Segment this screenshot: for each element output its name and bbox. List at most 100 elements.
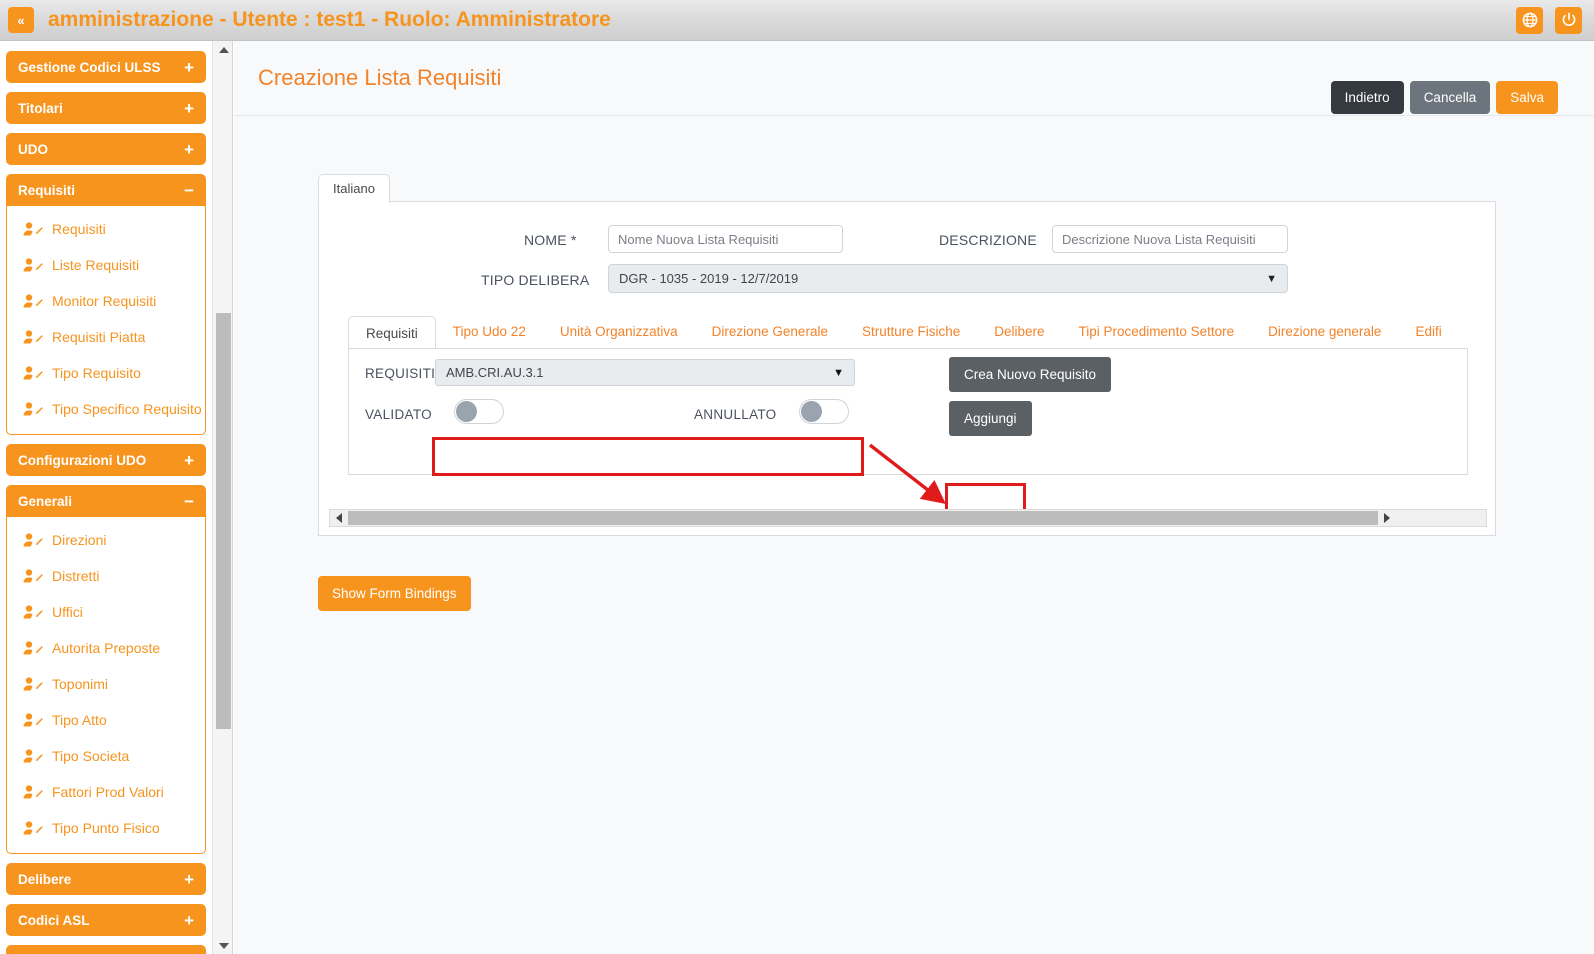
- tab-delibere[interactable]: Delibere: [977, 315, 1061, 348]
- main-content: Creazione Lista Requisiti Indietro Cance…: [234, 41, 1594, 954]
- app-title: amministrazione - Utente : test1 - Ruolo…: [48, 8, 611, 31]
- tab-requisiti[interactable]: Requisiti: [348, 316, 436, 348]
- sidebar-group: UDO +: [6, 133, 206, 165]
- sidebar-item-direzioni[interactable]: Direzioni: [7, 522, 205, 558]
- sidebar-item-requisiti[interactable]: Requisiti: [7, 211, 205, 247]
- minus-icon: −: [184, 180, 194, 200]
- user-edit-icon: [23, 748, 43, 762]
- sidebar-group: Generali − Direzioni Distretti Uffici Autorit…: [6, 485, 206, 854]
- user-edit-icon: [23, 293, 43, 307]
- sidebar-item-tipo-societa[interactable]: Tipo Societa: [7, 738, 205, 774]
- nome-label: NOME *: [524, 232, 577, 248]
- sidebar-group-body: Requisiti Liste Requisiti Monitor Requisit…: [6, 206, 206, 435]
- inner-tab-bar: Requisiti Tipo Udo 22 Unità Organizzativa D…: [348, 315, 1468, 349]
- sidebar-item-label: Autorita Preposte: [52, 640, 161, 656]
- scroll-right-arrow-icon[interactable]: [1378, 510, 1396, 526]
- globe-icon: [1522, 12, 1538, 28]
- sidebar-item-tipo-specifico-requisito[interactable]: Tipo Specifico Requisito: [7, 391, 205, 427]
- sidebar-group-header-generali[interactable]: Generali −: [6, 485, 206, 517]
- sidebar-group-label: Gestione Codici ULSS: [18, 59, 161, 75]
- sidebar-item-tipo-punto-fisico[interactable]: Tipo Punto Fisico: [7, 810, 205, 846]
- crea-nuovo-requisito-button[interactable]: Crea Nuovo Requisito: [949, 357, 1112, 392]
- tipo-delibera-select[interactable]: DGR - 1035 - 2019 - 12/7/2019 ▼: [608, 264, 1288, 293]
- validato-toggle[interactable]: [454, 399, 504, 424]
- aggiungi-button[interactable]: Aggiungi: [949, 401, 1032, 436]
- user-edit-icon: [23, 221, 43, 235]
- back-button[interactable]: Indietro: [1330, 81, 1404, 114]
- sidebar-item-tipo-atto[interactable]: Tipo Atto: [7, 702, 205, 738]
- topbar-actions: [1516, 6, 1582, 34]
- sidebar-group-header-delibere[interactable]: Delibere +: [6, 863, 206, 895]
- sidebar-item-requisiti-piatta[interactable]: Requisiti Piatta: [7, 319, 205, 355]
- sidebar-item-label: Direzioni: [52, 532, 107, 548]
- sidebar-item-label: Liste Requisiti: [52, 257, 140, 273]
- sidebar-item-label: Toponimi: [52, 676, 109, 692]
- sidebar-item-label: Fattori Prod Valori: [52, 784, 164, 800]
- tab-direzione-generale[interactable]: Direzione Generale: [695, 315, 845, 348]
- plus-icon: +: [184, 57, 194, 77]
- tipo-delibera-label: TIPO DELIBERA: [481, 272, 590, 288]
- nome-input[interactable]: [608, 225, 843, 253]
- horizontal-scroll-thumb[interactable]: [348, 511, 1378, 525]
- user-edit-icon: [23, 401, 43, 415]
- plus-icon: +: [184, 869, 194, 889]
- sidebar-group-label: Requisiti: [18, 182, 76, 198]
- sidebar-group: Codici ASL +: [6, 904, 206, 936]
- minus-icon: −: [184, 491, 194, 511]
- inner-tab-panel: Requisiti Tipo Udo 22 Unità Organizzativa D…: [348, 315, 1468, 475]
- sidebar-group-header-requisiti[interactable]: Requisiti −: [6, 174, 206, 206]
- sidebar-group-header-titolari[interactable]: Titolari +: [6, 92, 206, 124]
- tab-tipo-udo-22[interactable]: Tipo Udo 22: [436, 315, 543, 348]
- form-horizontal-scrollbar[interactable]: [329, 509, 1487, 527]
- user-edit-icon: [23, 676, 43, 690]
- sidebar-item-label: Distretti: [52, 568, 100, 584]
- sidebar-group-header-codici-asl[interactable]: Codici ASL +: [6, 904, 206, 936]
- tab-direzione-generale[interactable]: Direzione generale: [1251, 315, 1398, 348]
- sidebar-group: Requisiti − Requisiti Liste Requisiti Monito…: [6, 174, 206, 435]
- sidebar-group-header-configurazioni-udo[interactable]: Configurazioni UDO +: [6, 444, 206, 476]
- top-app-bar: « amministrazione - Utente : test1 - Ruo…: [0, 0, 1594, 41]
- scroll-left-arrow-icon[interactable]: [330, 510, 348, 526]
- language-button[interactable]: [1516, 6, 1543, 34]
- sidebar-item-monitor-requisiti[interactable]: Monitor Requisiti: [7, 283, 205, 319]
- sidebar-item-toponimi[interactable]: Toponimi: [7, 666, 205, 702]
- sidebar-group-header-gestione-codici-ulss[interactable]: Gestione Codici ULSS +: [6, 51, 206, 83]
- show-form-bindings-button[interactable]: Show Form Bindings: [318, 576, 471, 611]
- requisiti-field-label: REQUISITI: [365, 366, 436, 381]
- requisiti-select[interactable]: AMB.CRI.AU.3.1 ▼: [435, 359, 855, 386]
- tab-strutture-fisiche[interactable]: Strutture Fisiche: [845, 315, 977, 348]
- language-tab-italiano[interactable]: Italiano: [318, 174, 390, 203]
- user-edit-icon: [23, 784, 43, 798]
- sidebar-item-distretti[interactable]: Distretti: [7, 558, 205, 594]
- sidebar-group-label: Titolari: [18, 100, 63, 116]
- tab-edifi[interactable]: Edifi: [1398, 315, 1458, 348]
- sidebar-scrollbar[interactable]: [212, 41, 233, 954]
- logout-button[interactable]: [1555, 6, 1582, 34]
- chevron-down-icon: ▼: [833, 366, 844, 379]
- sidebar-item-label: Monitor Requisiti: [52, 293, 157, 309]
- plus-icon: +: [184, 98, 194, 118]
- sidebar-group: Configurazioni UDO +: [6, 444, 206, 476]
- scroll-up-arrow-icon[interactable]: [213, 41, 234, 58]
- annullato-toggle[interactable]: [799, 399, 849, 424]
- sidebar-group-label: Generali: [18, 493, 73, 509]
- sidebar-group-label: Configurazioni UDO: [18, 452, 147, 468]
- sidebar-scroll-thumb[interactable]: [216, 313, 231, 729]
- sidebar-item-fattori-prod-valori[interactable]: Fattori Prod Valori: [7, 774, 205, 810]
- sidebar-group-header-udo[interactable]: UDO +: [6, 133, 206, 165]
- sidebar-item-uffici[interactable]: Uffici: [7, 594, 205, 630]
- tab-unit-organizzativa[interactable]: Unità Organizzativa: [543, 315, 695, 348]
- sidebar-item-autorita-preposte[interactable]: Autorita Preposte: [7, 630, 205, 666]
- scroll-down-arrow-icon[interactable]: [213, 937, 234, 954]
- sidebar-group: Delibere +: [6, 863, 206, 895]
- cancel-button[interactable]: Cancella: [1409, 81, 1491, 114]
- descrizione-input[interactable]: [1052, 225, 1288, 253]
- sidebar-group-header-configurazioni[interactable]: Configurazioni+: [6, 945, 206, 954]
- save-button[interactable]: Salva: [1496, 81, 1558, 114]
- user-edit-icon: [23, 365, 43, 379]
- tab-tipi-procedimento-settore[interactable]: Tipi Procedimento Settore: [1062, 315, 1252, 348]
- sidebar-item-tipo-requisito[interactable]: Tipo Requisito: [7, 355, 205, 391]
- sidebar-group: Titolari +: [6, 92, 206, 124]
- sidebar-item-liste-requisiti[interactable]: Liste Requisiti: [7, 247, 205, 283]
- sidebar-collapse-button[interactable]: «: [8, 7, 34, 33]
